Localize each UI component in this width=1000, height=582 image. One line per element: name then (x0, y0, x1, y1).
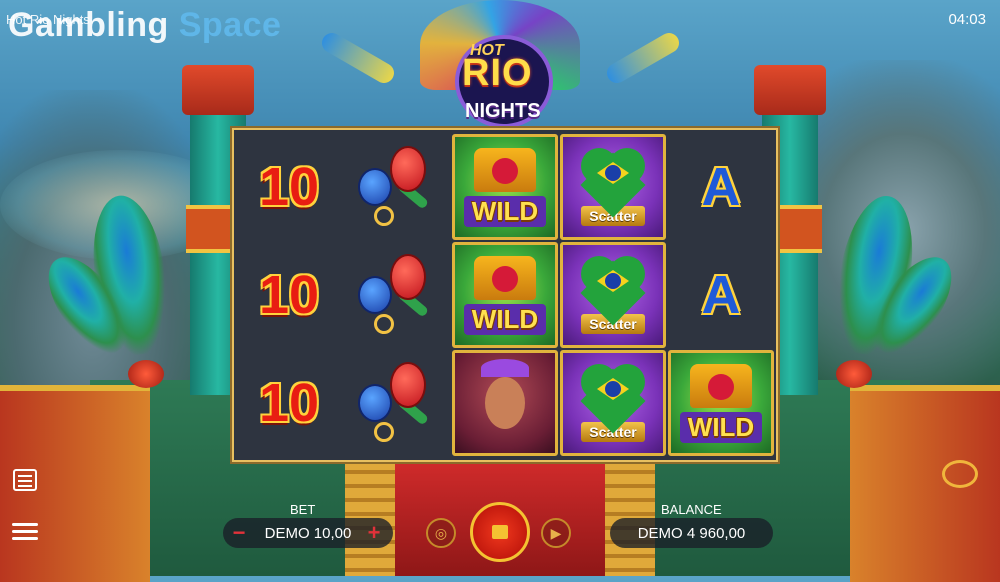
crown-icon (690, 363, 752, 408)
menu-icon[interactable] (12, 519, 38, 543)
bet-label: BET (290, 502, 316, 517)
reel-cell-symbol-10: 10 (236, 350, 342, 456)
balance-label: BALANCE (661, 502, 722, 517)
wild-label: WILD (679, 411, 763, 443)
reel-cell-maracas (344, 350, 450, 456)
brazil-heart-icon (580, 256, 646, 326)
bet-increase-button[interactable]: + (360, 518, 388, 548)
maracas-icon (352, 250, 442, 340)
reel-cell-maracas (344, 242, 450, 348)
reel-cell-wild: WILD (452, 134, 558, 240)
swirl-ornament-icon (942, 460, 978, 488)
reel-cell-symbol-10: 10 (236, 134, 342, 240)
paytable-icon[interactable] (13, 469, 37, 491)
stage-right-wall (850, 385, 1000, 582)
watermark-part1: Gambling (8, 6, 169, 44)
crown-icon (474, 255, 536, 300)
reel-cell-wild: WILD (668, 350, 774, 456)
autoplay-icon[interactable]: ▶ (541, 518, 571, 548)
reel-grid: 10 10 10 WILD WILD Scatter Scatter Scatt… (232, 128, 778, 462)
coins-icon[interactable]: ◎ (426, 518, 456, 548)
brazil-heart-icon (580, 364, 646, 434)
horn-icon (318, 29, 398, 87)
symbol-ten: 10 (258, 373, 320, 433)
flower-pot-icon (128, 360, 164, 388)
stop-icon (492, 525, 508, 539)
crown-icon (474, 147, 536, 192)
spin-button[interactable] (470, 502, 530, 562)
symbol-ten: 10 (258, 265, 320, 325)
reel-cell-symbol-10: 10 (236, 242, 342, 348)
symbol-ace: A (701, 157, 741, 217)
logo-nights-text: NIGHTS (465, 100, 541, 122)
bet-decrease-button[interactable]: − (225, 518, 253, 548)
bet-value: DEMO 10,00 (264, 524, 352, 542)
carnival-dancer-icon (471, 359, 539, 447)
flower-pot-icon (836, 360, 872, 388)
balance-display: DEMO 4 960,00 (610, 518, 773, 548)
symbol-ace: A (701, 265, 741, 325)
reel-cell-dancer (452, 350, 558, 456)
symbol-ten: 10 (258, 157, 320, 217)
maracas-icon (352, 142, 442, 232)
watermark-part2: Space (178, 6, 282, 44)
reel-cell-maracas (344, 134, 450, 240)
reel-cell-scatter: Scatter (560, 242, 666, 348)
wild-label: WILD (463, 303, 547, 335)
reel-cell-symbol-a: A (668, 242, 774, 348)
logo-rio-text: RIO (462, 52, 533, 94)
watermark-logo: Gambling Space (8, 6, 281, 45)
brazil-heart-icon (580, 148, 646, 218)
wild-label: WILD (463, 195, 547, 227)
reel-cell-symbol-a: A (668, 134, 774, 240)
maracas-icon (352, 358, 442, 448)
horn-icon (603, 29, 683, 87)
reel-cell-scatter: Scatter (560, 350, 666, 456)
reel-cell-scatter: Scatter (560, 134, 666, 240)
balance-value: DEMO 4 960,00 (637, 524, 746, 542)
game-logo: HOT RIO NIGHTS (400, 0, 600, 130)
reel-cell-wild: WILD (452, 242, 558, 348)
clock: 04:03 (948, 11, 986, 28)
